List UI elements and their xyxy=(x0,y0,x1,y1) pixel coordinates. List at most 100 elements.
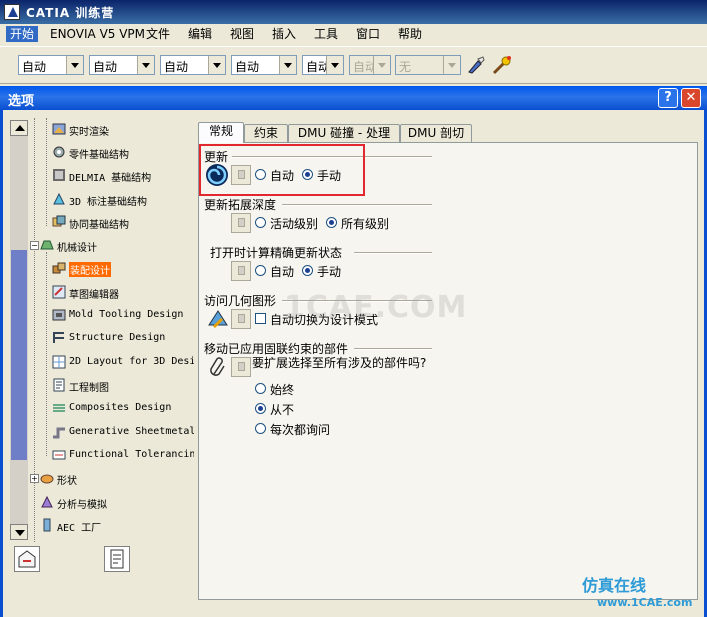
group-divider xyxy=(282,204,432,206)
catia-logo-icon xyxy=(4,4,20,20)
scroll-up-icon[interactable] xyxy=(10,120,28,136)
menu-start[interactable]: 开始 xyxy=(6,26,39,42)
tree-connector xyxy=(46,118,47,226)
tree-connector xyxy=(46,252,47,456)
options-tree: 实时渲染 零件基础结构 DELMIA 基础结构 3D 标注基础结构 协同基础结构… xyxy=(28,118,194,542)
move-never-radio[interactable] xyxy=(255,403,266,414)
chevron-down-icon xyxy=(443,56,460,74)
move-always-label: 始终 xyxy=(270,383,295,397)
scroll-down-icon[interactable] xyxy=(10,524,28,540)
extend-selection-question: 要扩展选择至所有涉及的部件吗? xyxy=(252,356,427,370)
design-mode-icon xyxy=(208,310,228,329)
line-type-combo[interactable]: 自动 xyxy=(231,55,297,75)
rendering-style-combo: 自动 xyxy=(349,55,391,75)
group-divider xyxy=(354,348,432,350)
rendering-icon xyxy=(52,123,66,135)
menu-window[interactable]: 窗口 xyxy=(352,26,384,42)
drafting-icon xyxy=(53,378,65,392)
help-button[interactable]: ? xyxy=(658,88,678,108)
open-compute-manual-radio[interactable] xyxy=(302,265,313,276)
tab-general[interactable]: 常规 xyxy=(198,122,244,143)
red-highlight-box xyxy=(199,144,365,196)
menu-help[interactable]: 帮助 xyxy=(394,26,426,42)
tab-dmu-section[interactable]: DMU 剖切 xyxy=(400,124,472,142)
aec-plant-icon xyxy=(43,518,51,532)
layer-combo: 无 xyxy=(395,55,461,75)
access-geometry-lock-button[interactable] xyxy=(231,309,251,329)
update-depth-lock-button[interactable] xyxy=(231,213,251,233)
fill-color-combo[interactable]: 自动 xyxy=(18,55,84,75)
scrollbar-thumb[interactable] xyxy=(11,250,27,460)
chevron-down-icon xyxy=(137,56,154,74)
dialog-title: 选项 xyxy=(8,94,35,109)
line-thickness-combo[interactable]: 自动 xyxy=(160,55,226,75)
auto-switch-design-mode-checkbox[interactable] xyxy=(255,313,266,324)
expand-toggle[interactable]: + xyxy=(30,474,39,483)
parameters-icon xyxy=(110,549,124,569)
tolerancing-icon xyxy=(52,450,66,460)
app-titlebar: CATIA 训练营 xyxy=(0,0,707,24)
tab-constraints[interactable]: 约束 xyxy=(244,124,288,142)
app-title: CATIA 训练营 xyxy=(26,6,115,20)
assembly-icon xyxy=(52,262,66,274)
gear-icon xyxy=(53,146,65,158)
move-components-lock-button[interactable] xyxy=(231,357,251,377)
group-divider xyxy=(354,252,432,254)
depth-active-level-label: 活动级别 xyxy=(270,217,319,231)
reset-options-button[interactable] xyxy=(14,546,40,572)
menu-insert[interactable]: 插入 xyxy=(268,26,300,42)
menu-bar: 开始 ENOVIA V5 VPM 文件 编辑 视图 插入 工具 窗口 帮助 xyxy=(0,24,707,44)
depth-active-level-radio[interactable] xyxy=(255,217,266,228)
graphic-properties-toolbar: 自动 自动 自动 自动 自动 自动 无 xyxy=(0,46,707,84)
menu-enovia[interactable]: ENOVIA V5 VPM xyxy=(46,26,149,42)
open-compute-manual-label: 手动 xyxy=(317,265,342,279)
chevron-down-icon xyxy=(279,56,296,74)
move-ask-label: 每次都询问 xyxy=(270,423,331,437)
layout-icon xyxy=(52,355,66,369)
close-button[interactable]: ✕ xyxy=(681,88,701,108)
open-compute-lock-button[interactable] xyxy=(231,261,251,281)
structure-icon xyxy=(53,332,64,343)
depth-all-levels-label: 所有级别 xyxy=(341,217,390,231)
watermark-brand: 仿真在线 xyxy=(582,576,647,595)
depth-all-levels-radio[interactable] xyxy=(326,217,337,228)
sketcher-icon xyxy=(52,285,66,299)
analysis-icon xyxy=(41,495,53,508)
menu-edit[interactable]: 编辑 xyxy=(184,26,216,42)
mold-icon xyxy=(52,309,66,321)
move-ask-radio[interactable] xyxy=(255,423,266,434)
point-symbol-combo[interactable]: 自动 xyxy=(302,55,344,75)
move-always-radio[interactable] xyxy=(255,383,266,394)
menu-view[interactable]: 视图 xyxy=(226,26,258,42)
collaboration-icon xyxy=(52,215,66,227)
mechanical-design-icon xyxy=(40,240,54,250)
menu-file[interactable]: 文件 xyxy=(142,26,174,42)
chevron-down-icon xyxy=(208,56,225,74)
dialog-titlebar: 选项 ? ✕ xyxy=(0,86,707,110)
chevron-down-icon xyxy=(66,56,83,74)
annotation-icon xyxy=(53,192,65,205)
paperclip-icon xyxy=(210,357,225,376)
delmia-icon xyxy=(53,169,65,181)
painter-icon[interactable] xyxy=(466,55,486,75)
menu-tools[interactable]: 工具 xyxy=(310,26,342,42)
composites-icon xyxy=(53,404,65,412)
shape-icon xyxy=(40,474,54,484)
chevron-down-icon xyxy=(373,56,390,74)
watermark-url: www.1CAE.com xyxy=(597,596,693,609)
expand-toggle[interactable]: − xyxy=(30,241,39,250)
reset-icon xyxy=(18,550,36,568)
open-compute-auto-radio[interactable] xyxy=(255,265,266,276)
tab-dmu-clash[interactable]: DMU 碰撞 - 处理 xyxy=(288,124,400,142)
open-compute-group-title: 打开时计算精确更新状态 xyxy=(210,246,343,260)
chevron-down-icon xyxy=(326,56,343,74)
transparency-combo[interactable]: 自动 xyxy=(89,55,155,75)
open-compute-auto-label: 自动 xyxy=(270,265,295,279)
sheetmetal-icon xyxy=(53,427,65,439)
show-locked-parameters-button[interactable] xyxy=(104,546,130,572)
graphic-properties-wizard-icon[interactable] xyxy=(492,55,512,75)
options-tabs: 常规 约束 DMU 碰撞 - 处理 DMU 剖切 xyxy=(198,122,698,143)
move-never-label: 从不 xyxy=(270,403,295,417)
update-depth-group-title: 更新拓展深度 xyxy=(204,198,277,212)
tree-scrollbar[interactable] xyxy=(10,120,28,540)
